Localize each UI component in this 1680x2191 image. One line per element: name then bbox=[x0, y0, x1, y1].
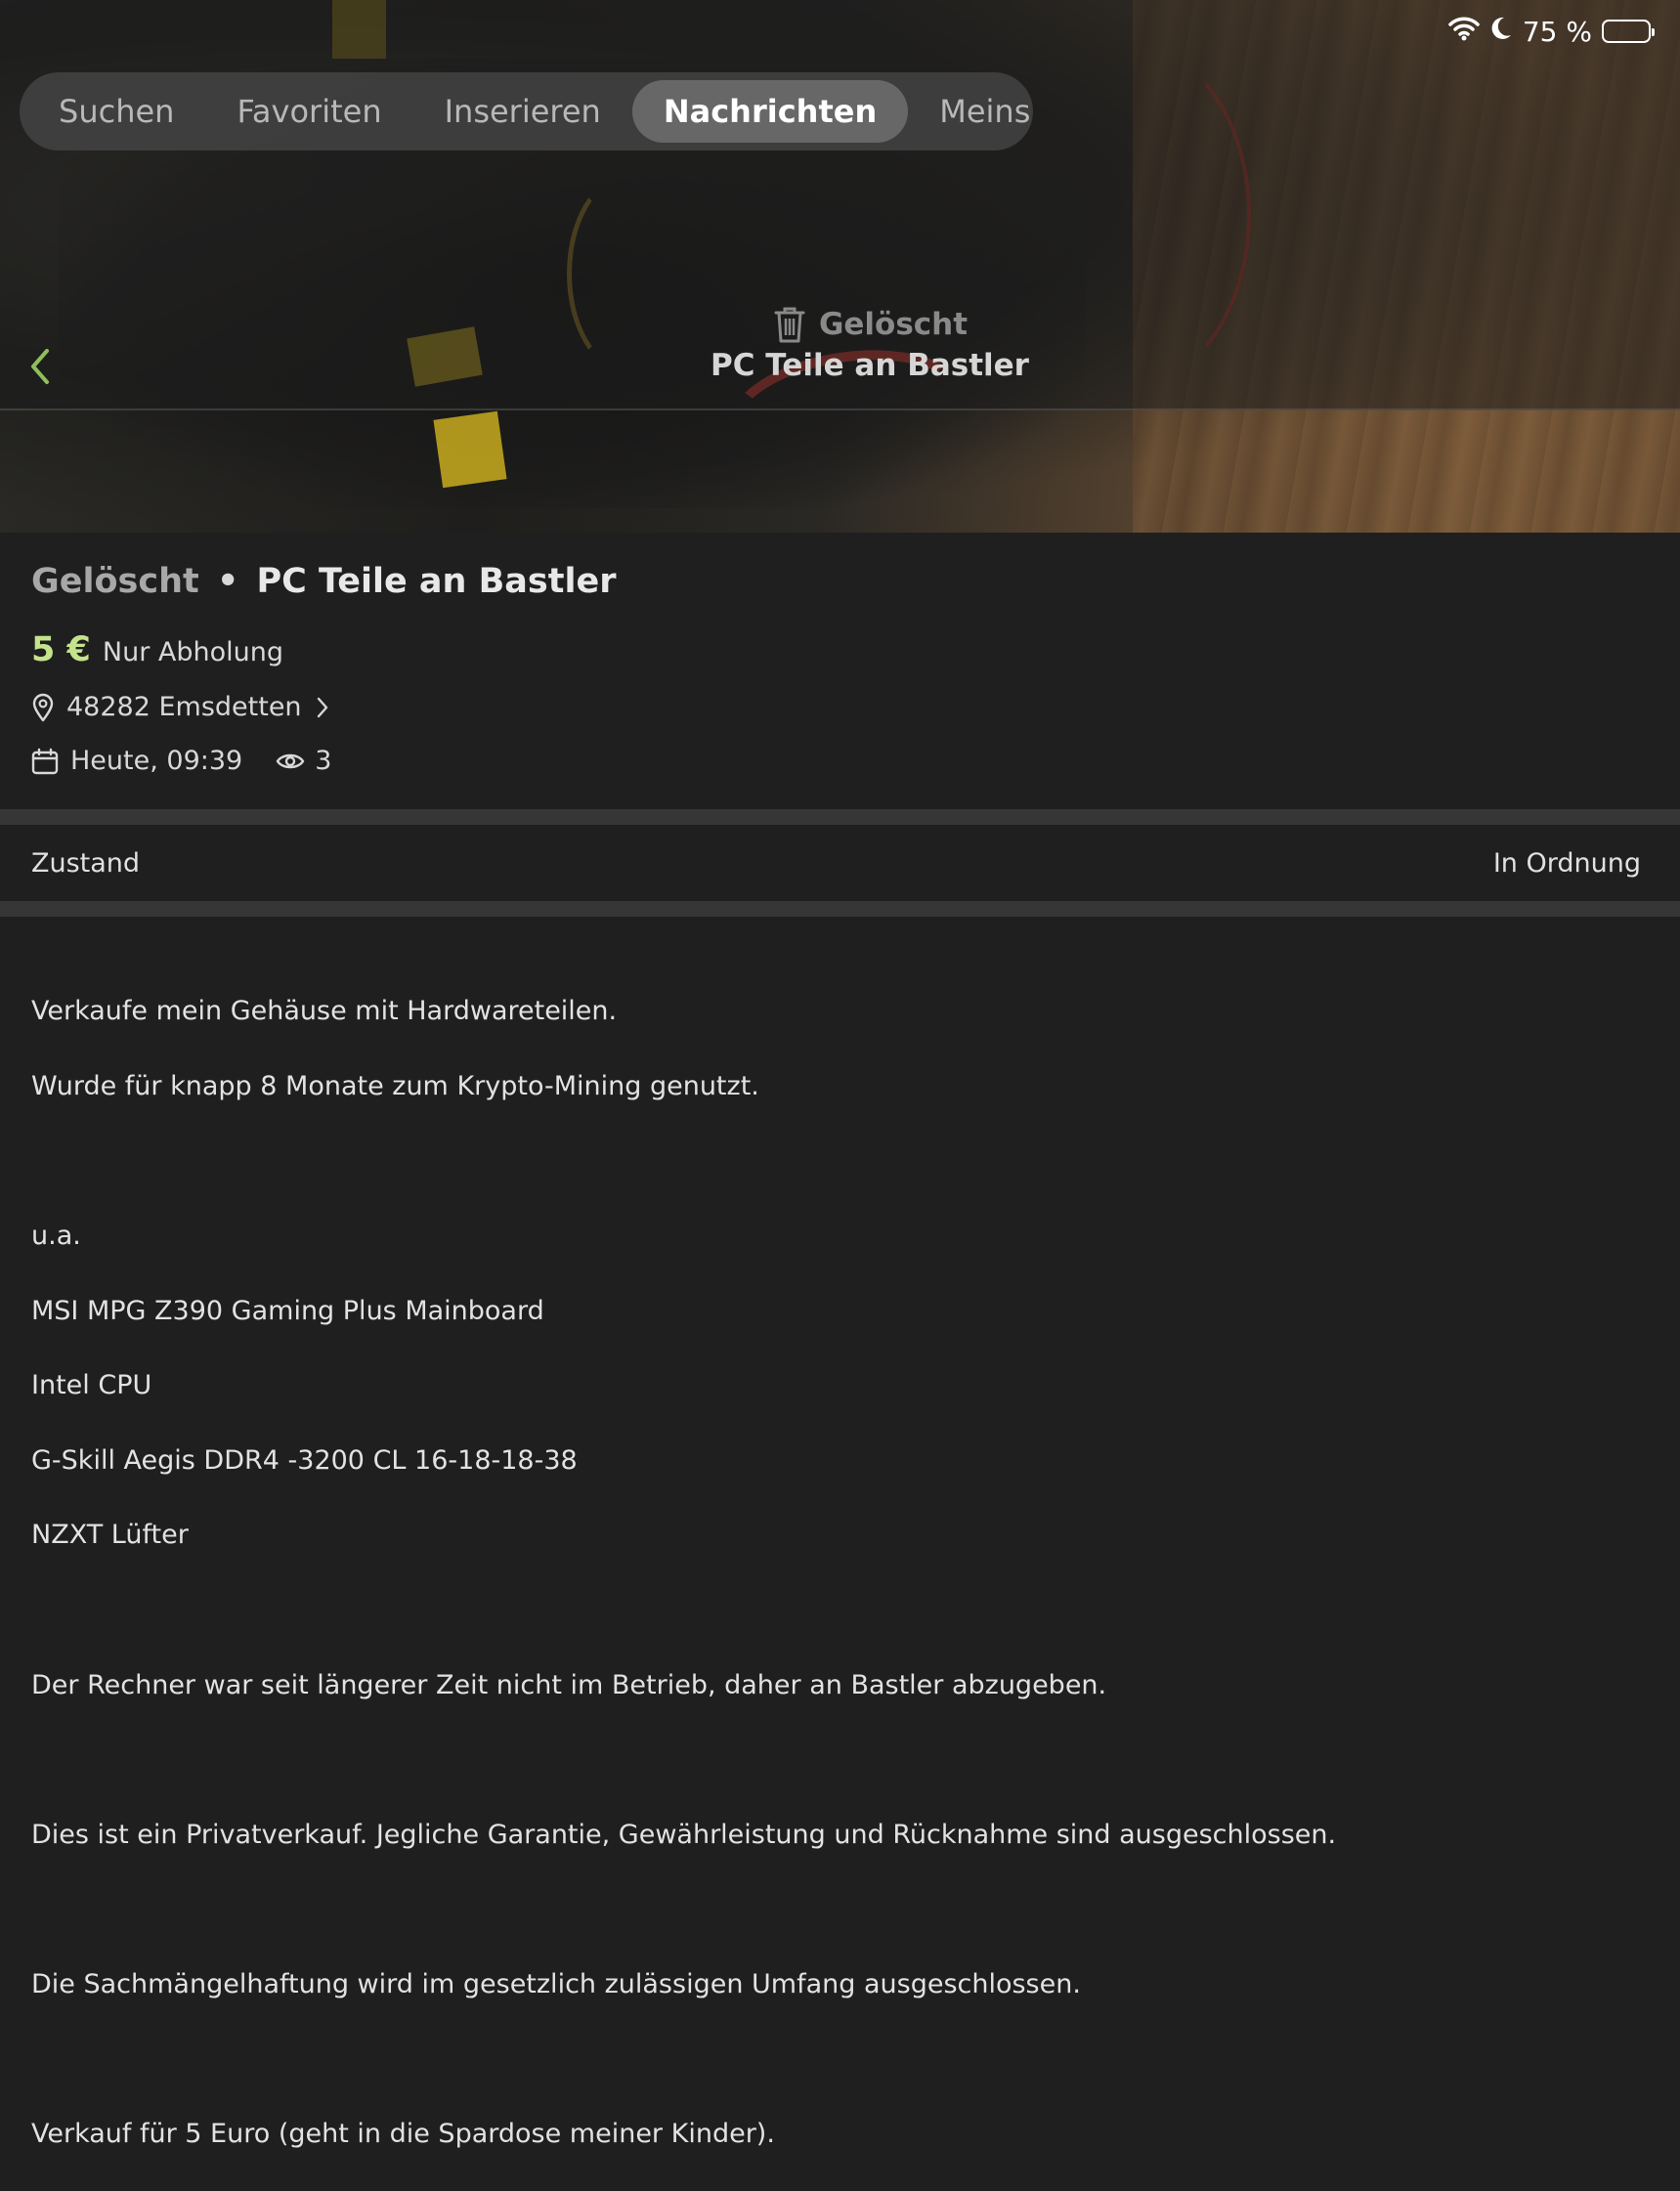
wifi-icon bbox=[1448, 16, 1480, 48]
condition-label: Zustand bbox=[31, 847, 141, 879]
description-line bbox=[31, 1142, 1644, 1180]
tab-meins[interactable]: Meins bbox=[908, 80, 1061, 143]
description-line bbox=[31, 1741, 1644, 1779]
condition-value: In Ordnung bbox=[1492, 847, 1641, 879]
view-count-text: 3 bbox=[315, 746, 332, 776]
description-line: NZXT Lüfter bbox=[31, 1520, 189, 1551]
description: Verkaufe mein Gehäuse mit Hardwareteilen… bbox=[31, 956, 1644, 2191]
tab-suchen[interactable]: Suchen bbox=[27, 80, 205, 143]
tab-inserieren[interactable]: Inserieren bbox=[413, 80, 632, 143]
header-status-text: Gelöscht bbox=[818, 307, 969, 342]
condition-row: Zustand In Ordnung bbox=[0, 825, 1680, 901]
description-line: Verkaufe mein Gehäuse mit Hardwareteilen… bbox=[31, 996, 618, 1027]
description-line bbox=[31, 2041, 1644, 2079]
status-bar: 75 % bbox=[1448, 14, 1655, 49]
header-status: Gelöscht bbox=[635, 303, 1104, 346]
description-line: Intel CPU bbox=[31, 1370, 152, 1401]
battery-icon bbox=[1602, 20, 1655, 43]
price: 5 € bbox=[31, 630, 91, 669]
photo-yellow-clip bbox=[433, 410, 507, 489]
listing-status: Gelöscht bbox=[31, 562, 199, 601]
description-line: Dies ist ein Privatverkauf. Jegliche Gar… bbox=[31, 1819, 1337, 1850]
battery-percent: 75 % bbox=[1522, 15, 1592, 48]
view-count: 3 bbox=[276, 746, 331, 776]
description-line: Verkauf für 5 Euro (geht in die Spardose… bbox=[31, 2119, 775, 2150]
nav-header: Gelöscht PC Teile an Bastler bbox=[635, 303, 1104, 383]
moon-icon bbox=[1489, 16, 1513, 48]
location-pin-icon bbox=[32, 693, 54, 721]
price-row: 5 € Nur Abholung bbox=[31, 630, 283, 669]
description-line: Wurde für knapp 8 Monate zum Krypto-Mini… bbox=[31, 1070, 759, 1101]
section-divider bbox=[0, 809, 1680, 825]
location-text: 48282 Emsdetten bbox=[66, 692, 302, 722]
header-title: PC Teile an Bastler bbox=[711, 348, 1029, 383]
location-link[interactable]: 48282 Emsdetten bbox=[31, 692, 331, 722]
description-line: Die Sachmängelhaftung wird im gesetzlich… bbox=[31, 1969, 1081, 2000]
description-line: MSI MPG Z390 Gaming Plus Mainboard bbox=[31, 1295, 544, 1326]
title-separator: • bbox=[216, 562, 239, 601]
listing-title: Gelöscht • PC Teile an Bastler bbox=[31, 562, 616, 601]
back-chevron-icon bbox=[31, 349, 49, 384]
eye-icon bbox=[276, 753, 305, 768]
description-line: u.a. bbox=[31, 1221, 81, 1252]
tab-favoriten[interactable]: Favoriten bbox=[205, 80, 412, 143]
posted-date: Heute, 09:39 bbox=[70, 746, 243, 776]
listing-name: PC Teile an Bastler bbox=[256, 562, 617, 601]
description-line: Der Rechner war seit längerer Zeit nicht… bbox=[31, 1669, 1107, 1700]
trash-icon bbox=[774, 307, 805, 343]
date-views-row: Heute, 09:39 3 bbox=[31, 746, 331, 776]
description-line: G-Skill Aegis DDR4 -3200 CL 16-18-18-38 bbox=[31, 1444, 578, 1476]
section-divider bbox=[0, 901, 1680, 917]
back-button[interactable] bbox=[27, 347, 57, 386]
listing-info: Gelöscht • PC Teile an Bastler 5 € Nur A… bbox=[0, 533, 1680, 809]
chevron-right-icon bbox=[317, 697, 327, 717]
tab-nachrichten[interactable]: Nachrichten bbox=[631, 80, 909, 143]
shipping-option: Nur Abholung bbox=[102, 637, 284, 667]
calendar-icon bbox=[31, 748, 59, 774]
description-line bbox=[31, 1592, 1644, 1629]
tab-bar: Suchen Favoriten Inserieren Nachrichten … bbox=[20, 72, 1033, 150]
description-line bbox=[31, 1891, 1644, 1928]
